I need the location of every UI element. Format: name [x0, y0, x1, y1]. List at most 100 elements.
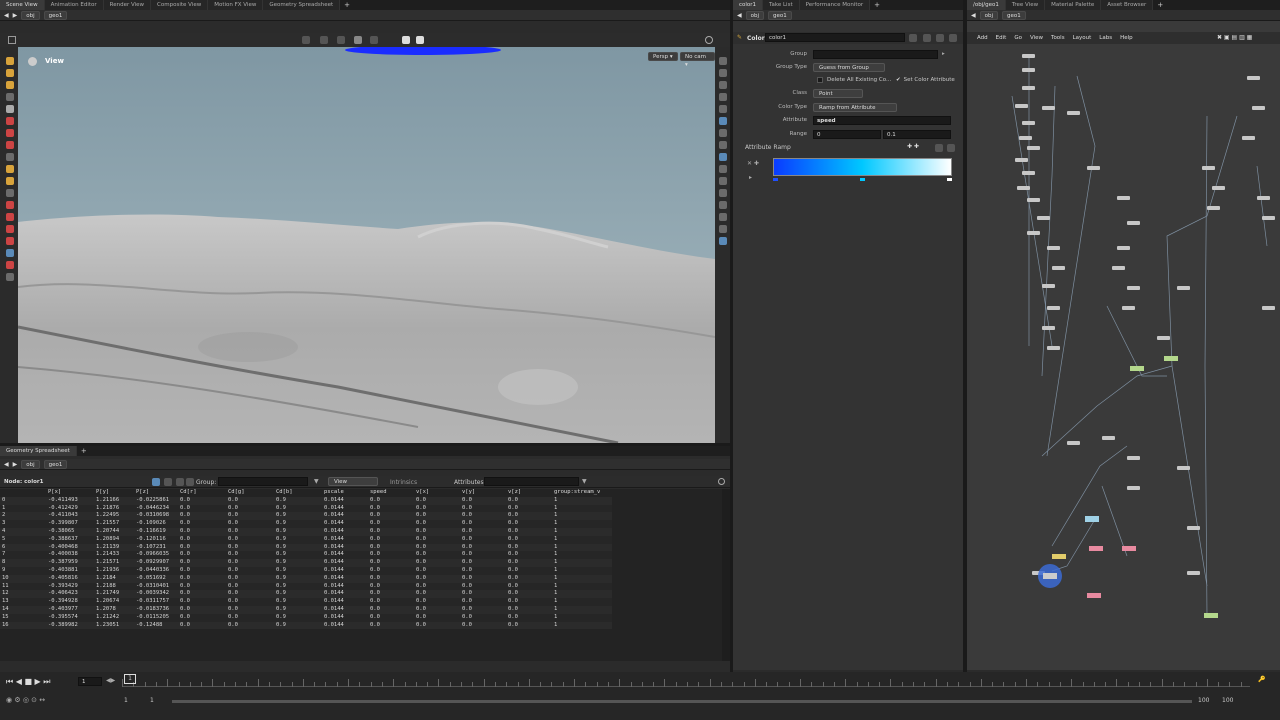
column-header[interactable]: group:stream_v: [552, 489, 612, 497]
table-cell[interactable]: 0.0: [368, 575, 414, 583]
table-cell[interactable]: 0.0: [226, 512, 274, 520]
table-cell[interactable]: 0.0144: [322, 544, 368, 552]
table-cell[interactable]: 0.0: [460, 520, 506, 528]
path-obj[interactable]: obj: [745, 10, 765, 20]
table-cell[interactable]: -0.399807: [46, 520, 94, 528]
table-cell[interactable]: 1.21139: [94, 544, 134, 552]
table-cell[interactable]: 0.0: [226, 551, 274, 559]
table-cell[interactable]: -0.12488: [134, 622, 178, 630]
table-cell[interactable]: 0.0: [226, 528, 274, 536]
globe-icon[interactable]: [6, 249, 14, 257]
network-node[interactable]: [1052, 266, 1065, 270]
table-cell[interactable]: 0.0: [368, 536, 414, 544]
network-node[interactable]: [1127, 486, 1140, 490]
table-cell[interactable]: 1: [552, 551, 612, 559]
table-cell[interactable]: -0.0966035: [134, 551, 178, 559]
help-icon[interactable]: [705, 36, 713, 44]
table-cell[interactable]: 0.0: [506, 559, 552, 567]
tab-geometry-spreadsheet[interactable]: Geometry Spreadsheet: [263, 0, 341, 10]
node-name-field[interactable]: color1: [765, 33, 905, 42]
table-cell[interactable]: 0.0: [460, 614, 506, 622]
gear-icon[interactable]: [909, 34, 917, 42]
add-tab-icon[interactable]: +: [870, 1, 884, 9]
render-icon[interactable]: [416, 36, 424, 44]
table-cell[interactable]: -0.412429: [46, 505, 94, 513]
table-cell[interactable]: 0.9: [274, 512, 322, 520]
table-cell[interactable]: 0.0: [368, 544, 414, 552]
colortype-dropdown[interactable]: Ramp from Attribute: [813, 102, 897, 112]
ramp-key-mid[interactable]: [860, 178, 865, 181]
column-header[interactable]: Cd[b]: [274, 489, 322, 497]
3d-viewport[interactable]: View Persp ▾ No cam ▾: [18, 47, 715, 443]
light-icon[interactable]: [719, 93, 727, 101]
table-cell[interactable]: 0.0144: [322, 575, 368, 583]
table-cell[interactable]: 0.0144: [322, 598, 368, 606]
table-cell[interactable]: -0.403977: [46, 606, 94, 614]
back-icon[interactable]: ◀: [737, 12, 742, 19]
table-cell[interactable]: -0.0183736: [134, 606, 178, 614]
prims-icon[interactable]: [6, 237, 14, 245]
column-header[interactable]: P[z]: [134, 489, 178, 497]
ghost-icon[interactable]: [719, 117, 727, 125]
table-cell[interactable]: 1.21571: [94, 559, 134, 567]
add-tab-icon[interactable]: +: [340, 1, 354, 9]
peak-icon[interactable]: [6, 189, 14, 197]
mesh-icon[interactable]: [6, 273, 14, 281]
table-cell[interactable]: 0.0: [368, 567, 414, 575]
table-cell[interactable]: 9: [0, 567, 46, 575]
table-cell[interactable]: -0.394928: [46, 598, 94, 606]
table-cell[interactable]: 0.9: [274, 590, 322, 598]
table-cell[interactable]: -0.400468: [46, 544, 94, 552]
table-cell[interactable]: 0.0: [368, 528, 414, 536]
table-cell[interactable]: 0: [0, 497, 46, 505]
snap-icon[interactable]: [6, 165, 14, 173]
table-cell[interactable]: 0.9: [274, 551, 322, 559]
table-cell[interactable]: 0.0144: [322, 614, 368, 622]
table-cell[interactable]: 0.0: [506, 544, 552, 552]
table-cell[interactable]: 0.0: [226, 505, 274, 513]
table-cell[interactable]: 0.0: [178, 590, 226, 598]
table-cell[interactable]: 0.0: [178, 544, 226, 552]
curve-icon[interactable]: [6, 201, 14, 209]
table-cell[interactable]: 0.0: [414, 583, 460, 591]
forward-icon[interactable]: ▶: [13, 12, 18, 19]
table-cell[interactable]: 1.21242: [94, 614, 134, 622]
network-node[interactable]: [1202, 166, 1215, 170]
point-icon[interactable]: [719, 105, 727, 113]
table-cell[interactable]: 0.0: [506, 583, 552, 591]
back-icon[interactable]: ◀: [4, 12, 9, 19]
table-cell[interactable]: 0.0144: [322, 551, 368, 559]
rop-node-2[interactable]: [1089, 546, 1103, 551]
table-cell[interactable]: 0.0: [506, 512, 552, 520]
group-filter-field[interactable]: [218, 477, 308, 486]
path-geo[interactable]: geo1: [43, 10, 68, 20]
spreadsheet-scrollbar[interactable]: [722, 489, 730, 661]
network-node[interactable]: [1127, 286, 1140, 290]
table-cell[interactable]: -0.107231: [134, 544, 178, 552]
lock-icon[interactable]: [6, 105, 14, 113]
tab-render-view[interactable]: Render View: [103, 0, 152, 10]
table-cell[interactable]: 0.0: [460, 583, 506, 591]
table-cell[interactable]: -0.0929907: [134, 559, 178, 567]
table-cell[interactable]: -0.411493: [46, 497, 94, 505]
table-cell[interactable]: 0.0144: [322, 536, 368, 544]
tab-performance-monitor[interactable]: Performance Monitor: [799, 0, 871, 10]
pane-divider-1[interactable]: [730, 0, 733, 672]
table-cell[interactable]: 0.0: [178, 497, 226, 505]
key-icon[interactable]: 🔑: [1258, 676, 1265, 683]
column-header[interactable]: v[y]: [460, 489, 506, 497]
table-cell[interactable]: 0.0144: [322, 622, 368, 630]
table-cell[interactable]: 0.0: [226, 590, 274, 598]
path-obj[interactable]: obj: [21, 459, 40, 469]
table-cell[interactable]: 0.0: [460, 559, 506, 567]
table-cell[interactable]: 0.0: [178, 505, 226, 513]
table-cell[interactable]: 1: [552, 590, 612, 598]
tab-asset-browser[interactable]: Asset Browser: [1101, 0, 1154, 10]
table-cell[interactable]: 0.0: [178, 614, 226, 622]
tab-tree-view[interactable]: Tree View: [1005, 0, 1046, 10]
table-cell[interactable]: 0.0: [414, 606, 460, 614]
range-slider[interactable]: [172, 700, 1192, 703]
handle-icon[interactable]: [6, 57, 14, 65]
view-icon-badge[interactable]: [28, 57, 37, 66]
table-cell[interactable]: 0.0: [178, 567, 226, 575]
